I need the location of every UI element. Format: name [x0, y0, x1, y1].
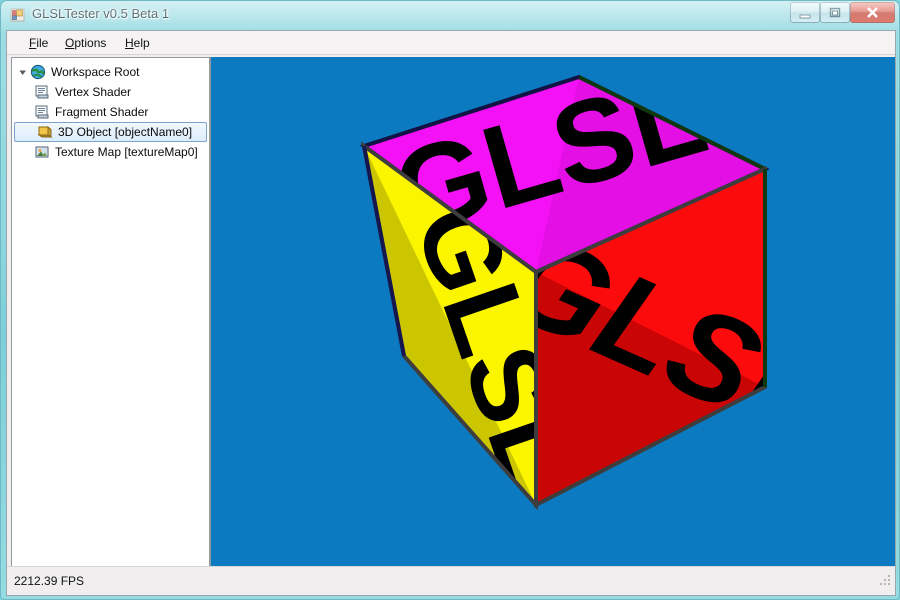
tree-item-label: Fragment Shader: [55, 105, 149, 119]
menu-item-help[interactable]: Help: [117, 35, 158, 51]
image-icon: [34, 144, 50, 160]
gl-viewport[interactable]: GLSL GLSL GLSL: [210, 57, 895, 567]
application-window: GLSLTester v0.5 Beta 1 File Options Help…: [0, 0, 900, 600]
menu-file-rest: ile: [36, 36, 49, 50]
application-icon: [10, 7, 26, 23]
shader-document-icon: [34, 84, 50, 100]
expander-collapse-icon[interactable]: [16, 65, 30, 79]
globe-icon: [30, 64, 46, 80]
menu-help-rest: elp: [133, 36, 150, 50]
title-bar[interactable]: GLSLTester v0.5 Beta 1: [1, 1, 899, 30]
tree-item-label: Workspace Root: [51, 65, 140, 79]
minimize-button[interactable]: [790, 2, 820, 23]
menu-help-accesskey: H: [125, 36, 134, 50]
3d-cube-render: GLSL GLSL GLSL: [359, 74, 770, 511]
tree-item-label: 3D Object [objectName0]: [58, 125, 193, 139]
workspace-tree[interactable]: Workspace Root Vertex Shader Fragment Sh…: [11, 57, 210, 567]
maximize-button[interactable]: [820, 2, 850, 23]
status-bar: 2212.39 FPS: [7, 566, 895, 595]
tree-item-3d-object[interactable]: 3D Object [objectName0]: [14, 122, 207, 142]
close-button[interactable]: [850, 2, 895, 23]
menu-item-options[interactable]: Options: [57, 35, 114, 51]
menu-options-rest: ptions: [74, 36, 107, 50]
tree-item-fragment-shader[interactable]: Fragment Shader: [12, 102, 209, 122]
tree-item-workspace-root[interactable]: Workspace Root: [12, 62, 209, 82]
window-title: GLSLTester v0.5 Beta 1: [32, 6, 170, 21]
tree-item-texture-map[interactable]: Texture Map [textureMap0]: [12, 142, 209, 162]
menu-options-accesskey: O: [65, 36, 75, 50]
fps-status-text: 2212.39 FPS: [14, 574, 85, 588]
cube-icon: [37, 124, 53, 140]
menu-item-file[interactable]: File: [21, 35, 56, 51]
tree-item-vertex-shader[interactable]: Vertex Shader: [12, 82, 209, 102]
resize-grip-icon[interactable]: [878, 573, 892, 592]
client-area: File Options Help Workspace Root Vertex …: [6, 30, 896, 596]
tree-item-label: Texture Map [textureMap0]: [55, 145, 198, 159]
shader-document-icon: [34, 104, 50, 120]
menu-bar: File Options Help: [7, 31, 895, 55]
tree-item-label: Vertex Shader: [55, 85, 132, 99]
